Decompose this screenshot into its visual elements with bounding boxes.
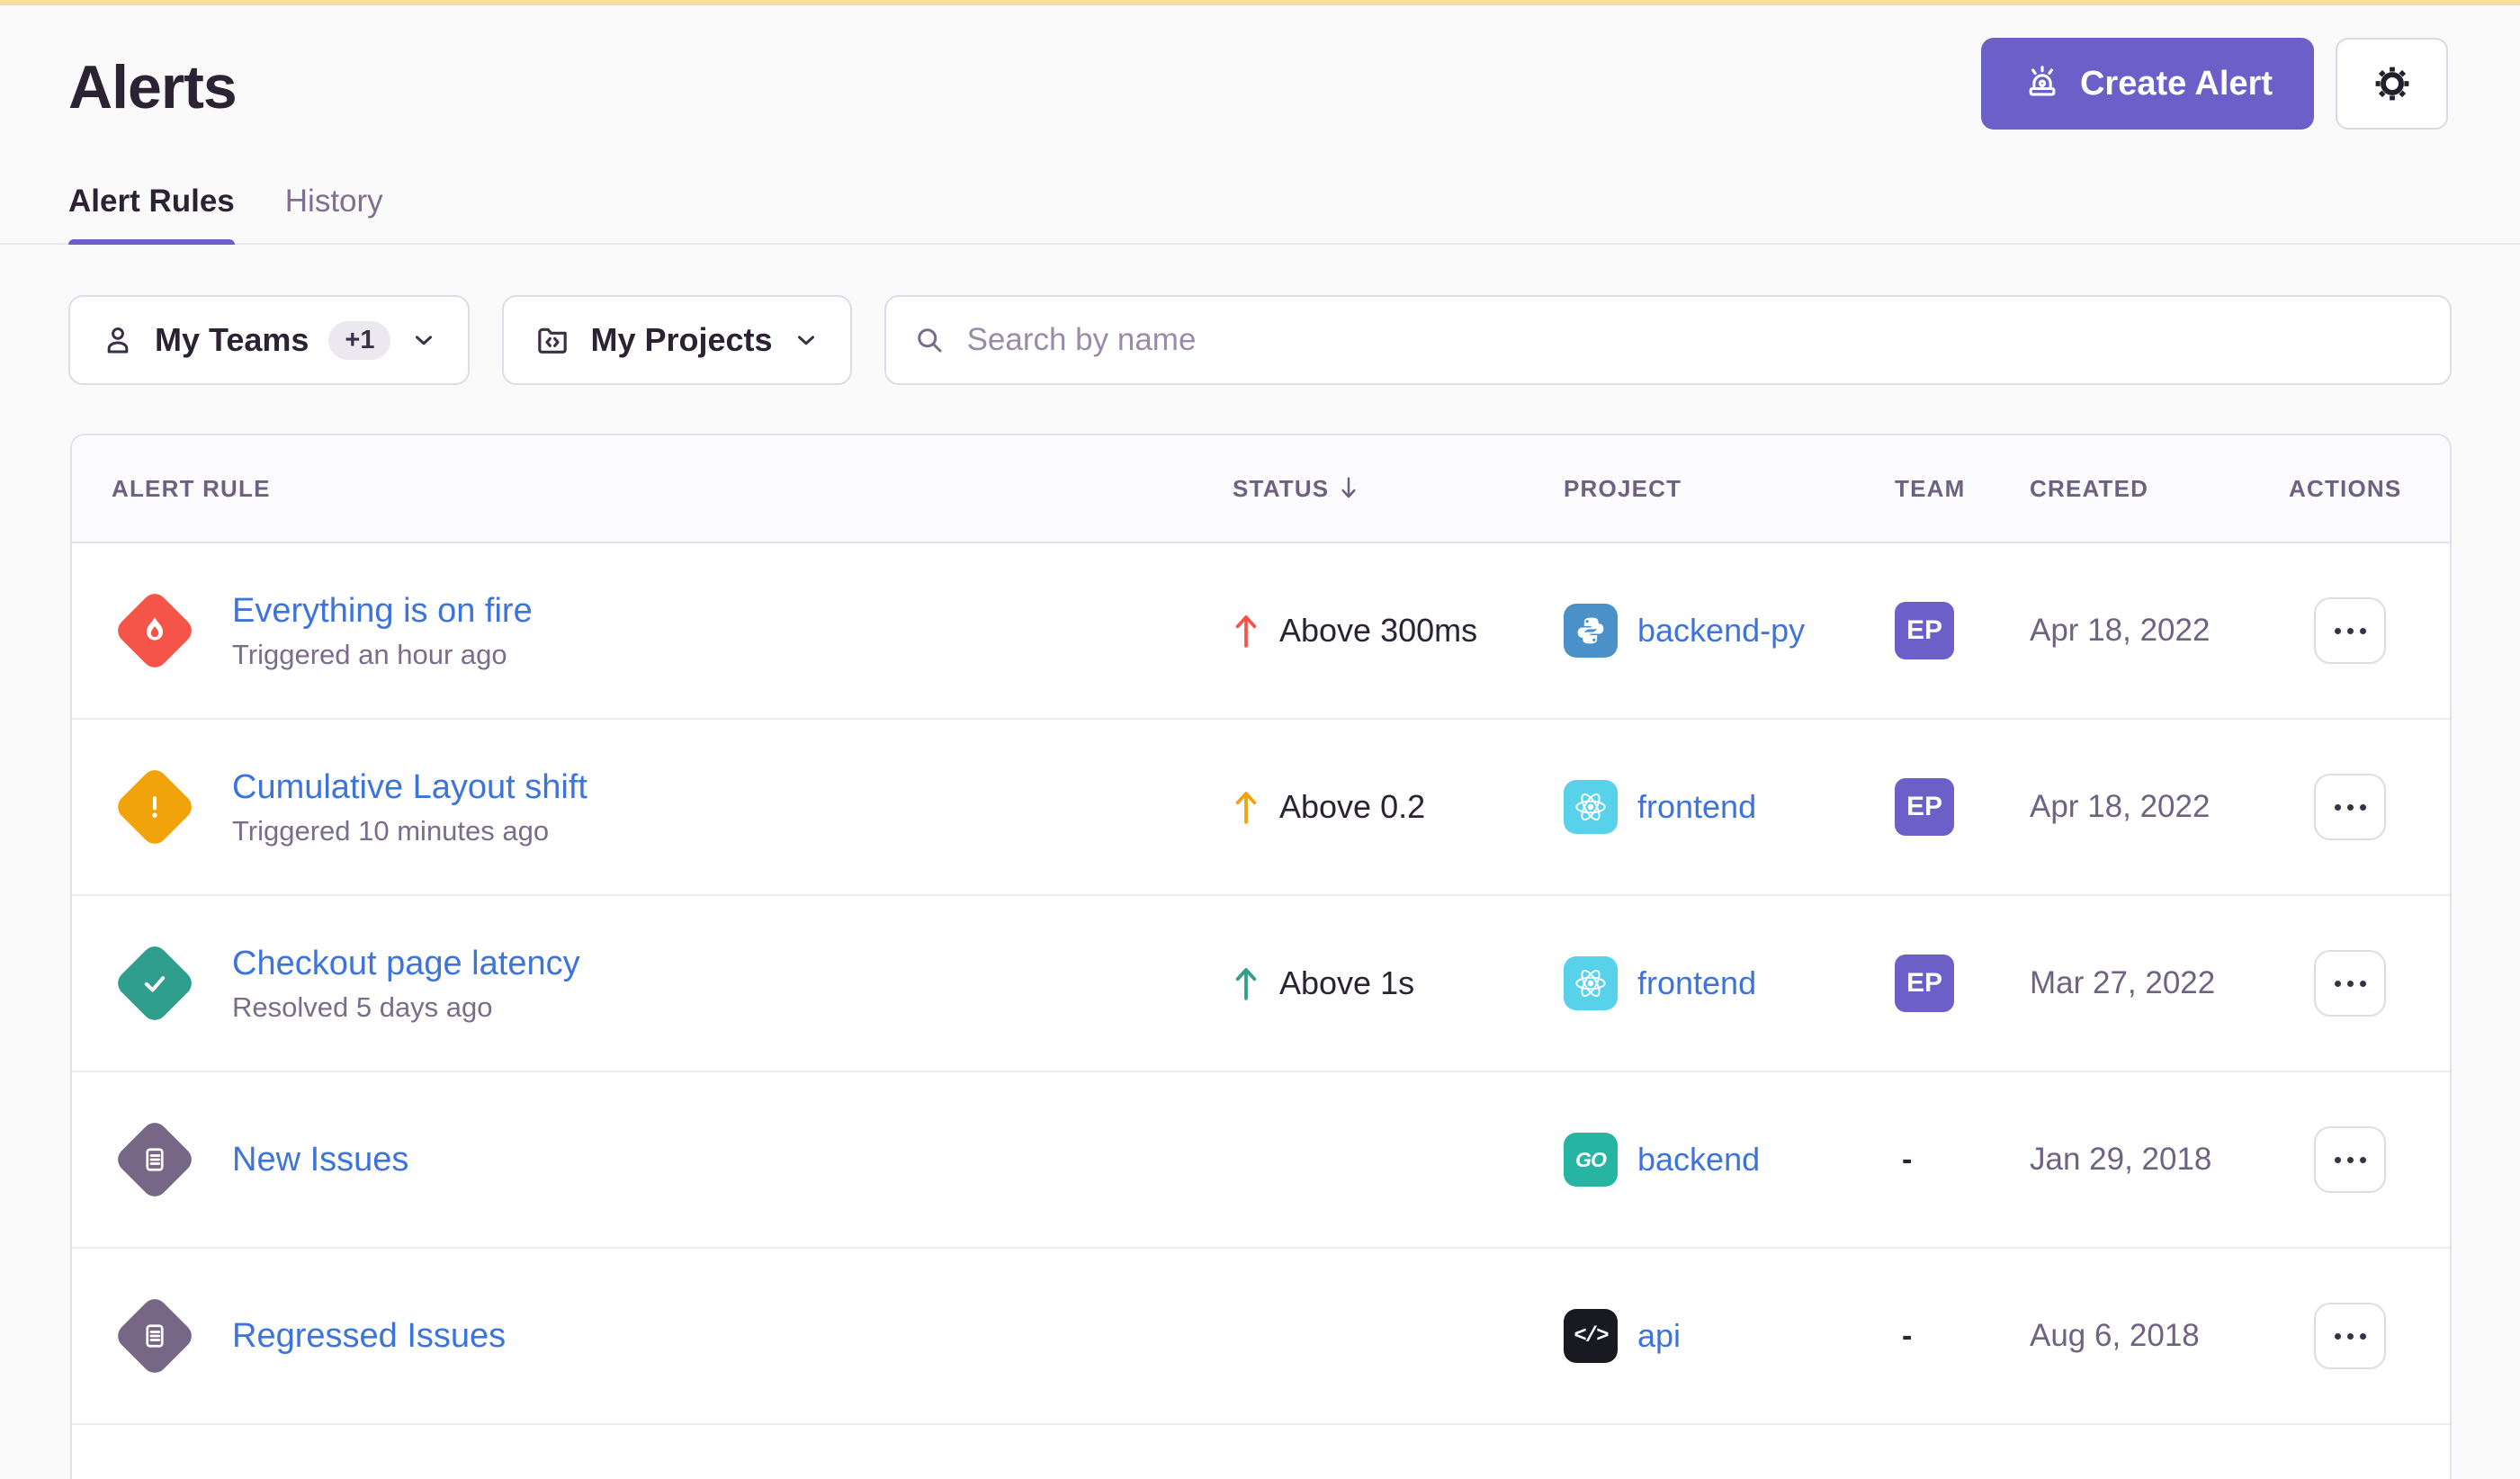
next-row-partial [72, 1423, 2450, 1479]
table-row: Cumulative Layout shift Triggered 10 min… [72, 718, 2450, 894]
sort-desc-arrow-icon [1338, 476, 1359, 501]
severity-icon-wrap [112, 1130, 198, 1189]
python-icon [1564, 604, 1618, 658]
team-empty-dash: - [1895, 1319, 1912, 1353]
created-date: Mar 27, 2022 [2030, 965, 2289, 1001]
create-alert-button[interactable]: Create Alert [1981, 38, 2314, 130]
arrow-up-icon [1233, 963, 1260, 1004]
search-input[interactable] [965, 321, 2423, 359]
column-header-created: Created [2030, 475, 2289, 503]
table-row: Regressed Issues </> api - Aug 6, 2018 [72, 1247, 2450, 1423]
filter-bar: My Teams +1 My Projects [68, 295, 2452, 385]
create-alert-label: Create Alert [2080, 65, 2273, 103]
table-row: Checkout page latency Resolved 5 days ag… [72, 894, 2450, 1071]
projects-filter-label: My Projects [590, 321, 772, 359]
issues-icon [112, 1294, 196, 1377]
chevron-down-icon [410, 327, 437, 354]
search-box [884, 295, 2452, 385]
code-icon: </> [1564, 1309, 1618, 1363]
chevron-down-icon [793, 327, 820, 354]
project-link[interactable]: backend-py [1637, 612, 1805, 650]
react-icon [1564, 780, 1618, 834]
alert-rules-table: Alert Rule Status Project Team Created A… [70, 434, 2452, 1479]
teams-filter-label: My Teams [155, 321, 309, 359]
alert-activity: Resolved 5 days ago [232, 991, 580, 1024]
column-header-team: Team [1895, 475, 2030, 503]
table-header-row: Alert Rule Status Project Team Created A… [72, 435, 2450, 543]
tab-alert-rules[interactable]: Alert Rules [68, 184, 235, 243]
projects-filter-button[interactable]: My Projects [502, 295, 851, 385]
row-actions-button[interactable] [2314, 774, 2386, 840]
issues-icon [112, 1117, 196, 1201]
team-badge: EP [1895, 955, 1954, 1012]
tab-history[interactable]: History [285, 184, 383, 243]
team-badge: EP [1895, 778, 1954, 836]
row-actions-button[interactable] [2314, 1303, 2386, 1369]
alert-name-link[interactable]: Cumulative Layout shift [232, 766, 587, 808]
severity-icon-wrap [112, 777, 198, 837]
created-date: Apr 18, 2022 [2030, 613, 2289, 649]
severity-icon-wrap [112, 1306, 198, 1366]
project-link[interactable]: frontend [1637, 788, 1756, 826]
page-header: Alerts Create Alert [0, 5, 2520, 130]
row-actions-button[interactable] [2314, 1126, 2386, 1193]
alert-name-link[interactable]: Checkout page latency [232, 943, 580, 984]
created-date: Jan 29, 2018 [2030, 1142, 2289, 1178]
severity-icon-wrap [112, 954, 198, 1013]
column-header-status[interactable]: Status [1233, 475, 1564, 503]
alert-name-link[interactable]: Regressed Issues [232, 1315, 506, 1357]
created-date: Apr 18, 2022 [2030, 789, 2289, 825]
status-value: Above 1s [1279, 964, 1414, 1002]
siren-icon [2022, 64, 2062, 103]
settings-button[interactable] [2336, 38, 2448, 130]
alert-name-link[interactable]: New Issues [232, 1139, 408, 1180]
column-header-actions: Actions [2289, 475, 2450, 503]
project-link[interactable]: backend [1637, 1141, 1760, 1179]
gear-icon [2372, 63, 2413, 104]
row-actions-button[interactable] [2314, 950, 2386, 1017]
project-link[interactable]: frontend [1637, 964, 1756, 1002]
teams-filter-count-badge: +1 [328, 321, 390, 360]
severity-icon-wrap [112, 601, 198, 660]
alert-activity: Triggered an hour ago [232, 639, 533, 671]
table-row: New Issues GO backend - Jan 29, 2018 [72, 1071, 2450, 1247]
project-link[interactable]: api [1637, 1317, 1681, 1355]
user-icon [101, 323, 135, 357]
alert-activity: Triggered 10 minutes ago [232, 815, 587, 847]
go-icon: GO [1564, 1133, 1618, 1187]
row-actions-button[interactable] [2314, 597, 2386, 664]
header-actions: Create Alert [1981, 38, 2448, 130]
arrow-up-icon [1233, 610, 1260, 651]
team-empty-dash: - [1895, 1143, 1912, 1177]
column-header-alert-rule: Alert Rule [72, 475, 1233, 503]
tabs-bar: Alert Rules History [0, 184, 2520, 245]
status-value: Above 0.2 [1279, 788, 1425, 826]
arrow-up-icon [1233, 786, 1260, 828]
folder-code-icon [534, 322, 570, 358]
fire-icon [112, 588, 196, 672]
column-header-status-label: Status [1233, 475, 1329, 503]
team-badge: EP [1895, 602, 1954, 659]
react-icon [1564, 956, 1618, 1010]
warning-icon [112, 765, 196, 848]
table-row: Everything is on fire Triggered an hour … [72, 543, 2450, 718]
page-title: Alerts [68, 56, 237, 119]
search-icon [913, 324, 946, 356]
created-date: Aug 6, 2018 [2030, 1318, 2289, 1354]
alert-name-link[interactable]: Everything is on fire [232, 590, 533, 632]
status-value: Above 300ms [1279, 612, 1477, 650]
check-icon [112, 941, 196, 1025]
column-header-project: Project [1564, 475, 1895, 503]
teams-filter-button[interactable]: My Teams +1 [68, 295, 470, 385]
